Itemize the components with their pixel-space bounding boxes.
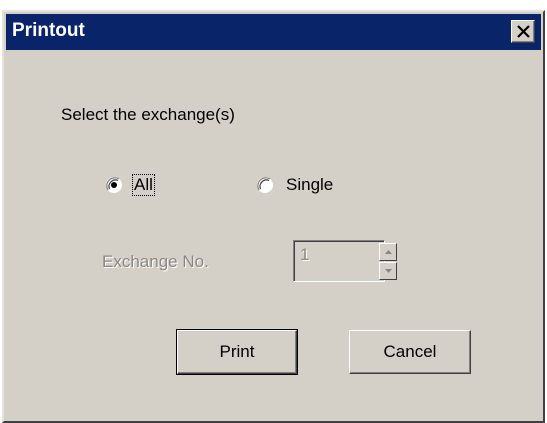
exchange-number-value: 1: [300, 245, 310, 264]
exchange-number-field[interactable]: 1: [293, 240, 385, 282]
spin-down-button[interactable]: [379, 262, 397, 280]
cancel-button[interactable]: Cancel: [349, 330, 471, 374]
close-button[interactable]: [511, 20, 535, 43]
window-title: Printout: [12, 20, 85, 41]
print-button[interactable]: Print: [176, 329, 298, 375]
radio-single-label[interactable]: Single: [286, 175, 333, 195]
spin-up-button[interactable]: [379, 243, 397, 261]
title-bar[interactable]: Printout: [6, 14, 541, 50]
select-exchange-label: Select the exchange(s): [61, 105, 235, 124]
radio-all-label[interactable]: All: [132, 174, 155, 196]
radio-single-button[interactable]: [256, 176, 274, 194]
radio-all-button[interactable]: [105, 176, 123, 194]
printout-dialog: Printout Select the exchange(s) All Sing…: [2, 10, 545, 423]
exchange-number-label: Exchange No.: [102, 252, 209, 271]
